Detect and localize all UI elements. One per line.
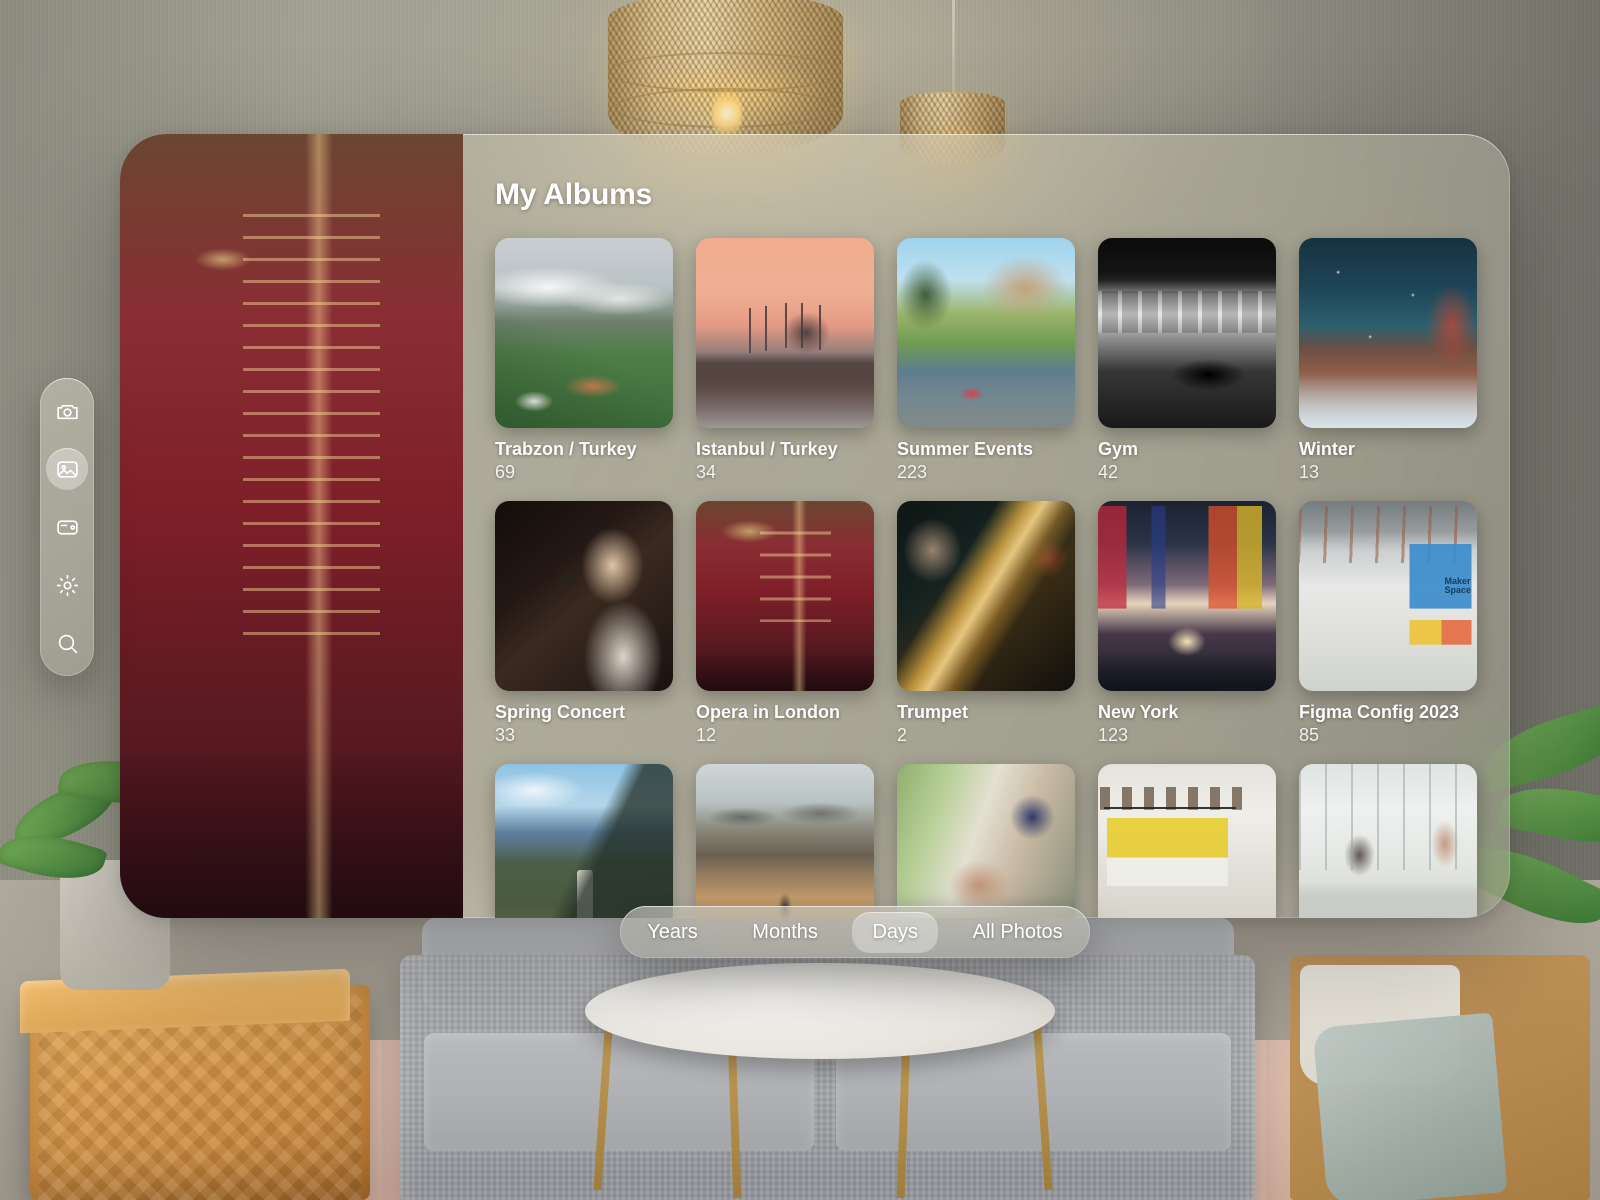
album-count: 34 <box>696 462 717 482</box>
album-card[interactable]: Trumpet 2 <box>897 501 1075 746</box>
album-thumbnail <box>495 501 673 691</box>
album-thumbnail <box>1098 238 1276 428</box>
album-grid: Trabzon / Turkey 69 Istanbul / Turkey 34… <box>495 238 1510 918</box>
figma-sign-line2: Space <box>1444 585 1471 596</box>
segment-months[interactable]: Months <box>732 912 838 953</box>
album-thumbnail <box>120 134 463 918</box>
segment-years[interactable]: Years <box>627 912 717 953</box>
album-count: 33 <box>495 725 516 745</box>
album-thumbnail <box>1098 764 1276 918</box>
album-count: 12 <box>696 725 717 745</box>
album-thumbnail <box>495 764 673 918</box>
photos-icon <box>56 460 78 478</box>
sidebar: Albums Recents Favorites Imports Recentl… <box>120 134 463 918</box>
album-card[interactable] <box>696 764 874 918</box>
album-count: 13 <box>1299 462 1320 482</box>
album-name: Winter <box>1299 439 1355 459</box>
album-thumbnail <box>897 764 1075 918</box>
camera-icon <box>56 404 78 419</box>
coffee-table-top <box>585 963 1055 1059</box>
album-count: 223 <box>897 462 928 482</box>
album-name: Gym <box>1098 439 1139 459</box>
album-card[interactable]: Opera in London 12 <box>696 501 874 746</box>
album-thumbnail <box>1299 238 1477 428</box>
album-card[interactable]: Spring Concert 33 <box>495 501 673 746</box>
rail-button-wallet[interactable] <box>46 506 88 548</box>
album-name: Trabzon / Turkey <box>495 439 637 459</box>
album-card[interactable]: Winter 13 <box>1299 238 1477 483</box>
album-name: Istanbul / Turkey <box>696 439 838 459</box>
wallet-icon <box>56 519 78 535</box>
app-rail[interactable] <box>40 378 94 676</box>
album-name: New York <box>1098 702 1179 722</box>
page-title: My Albums <box>495 178 653 211</box>
album-card[interactable]: Trabzon / Turkey 69 <box>495 238 673 483</box>
album-name: Opera in London <box>696 702 840 722</box>
album-thumbnail <box>696 501 874 691</box>
album-count: 69 <box>495 462 516 482</box>
album-thumbnail <box>1299 764 1477 918</box>
album-thumbnail <box>696 238 874 428</box>
sidebar-item-zulkuf-demirhan[interactable]: Zulkuf Demirhan <box>120 134 463 918</box>
album-card[interactable]: Maker Space Figma Config 2023 85 <box>1299 501 1477 746</box>
rail-button-photos[interactable] <box>46 448 88 490</box>
album-card[interactable]: Istanbul / Turkey 34 <box>696 238 874 483</box>
album-count: 123 <box>1098 725 1129 745</box>
album-count: 85 <box>1299 725 1320 745</box>
album-name: Spring Concert <box>495 702 626 722</box>
rail-button-search[interactable] <box>46 622 88 664</box>
album-count: 2 <box>897 725 908 745</box>
timeline-segmented-control[interactable]: Years Months Days All Photos <box>620 906 1090 958</box>
album-card[interactable] <box>1299 764 1477 918</box>
photos-app-window: Albums Recents Favorites Imports Recentl… <box>120 134 1510 918</box>
album-card[interactable]: Summer Events 223 <box>897 238 1075 483</box>
album-card[interactable] <box>1098 764 1276 918</box>
rail-button-settings[interactable] <box>46 564 88 606</box>
segment-all-photos[interactable]: All Photos <box>953 912 1083 953</box>
album-card[interactable]: Gym 42 <box>1098 238 1276 483</box>
figma-sign-text: Maker Space <box>1444 576 1471 596</box>
album-thumbnail <box>495 238 673 428</box>
rail-button-camera[interactable] <box>46 390 88 432</box>
album-thumbnail <box>696 764 874 918</box>
album-thumbnail: Maker Space <box>1299 501 1477 691</box>
album-thumbnail <box>897 501 1075 691</box>
gear-icon <box>56 574 78 596</box>
segment-days[interactable]: Days <box>852 911 939 953</box>
album-card[interactable] <box>495 764 673 918</box>
album-card[interactable] <box>897 764 1075 918</box>
album-name: Summer Events <box>897 439 1034 459</box>
album-card[interactable]: New York 123 <box>1098 501 1276 746</box>
lamp-cord-2 <box>952 0 955 96</box>
album-name: Trumpet <box>897 702 969 722</box>
album-count: 42 <box>1098 462 1119 482</box>
album-thumbnail <box>1098 501 1276 691</box>
content-pane: My Albums Trabzon / Turkey 69 Istanbul /… <box>463 134 1510 918</box>
album-thumbnail <box>897 238 1075 428</box>
search-icon <box>58 634 77 653</box>
throw-blanket <box>1312 1012 1508 1200</box>
album-name: Figma Config 2023 <box>1299 702 1460 722</box>
